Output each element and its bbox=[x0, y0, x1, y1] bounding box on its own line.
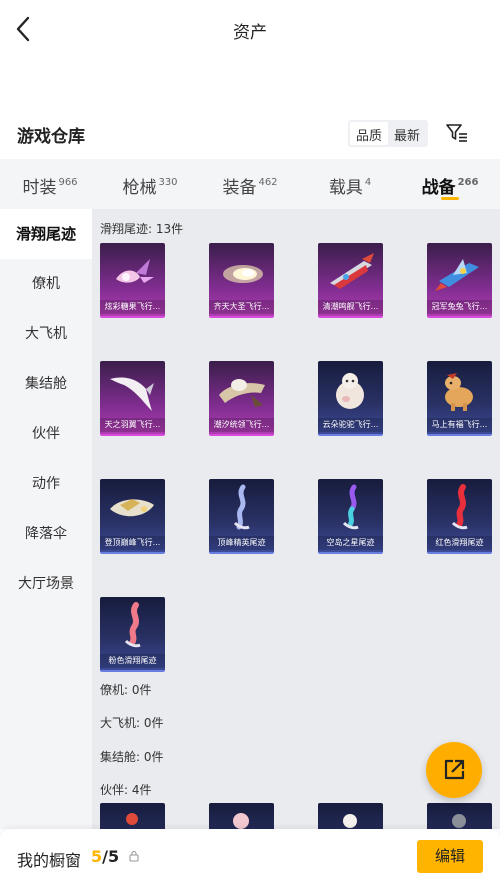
section-label-wingman: 僚机: 0件 bbox=[100, 683, 152, 697]
item-name: 粉色滑翔尾迹 bbox=[100, 654, 165, 668]
edit-button[interactable]: 编辑 bbox=[417, 840, 483, 873]
item-name: 天之羽翼飞行... bbox=[100, 418, 165, 432]
red-smoke-icon bbox=[433, 483, 486, 533]
sidebar-item-glide-trail[interactable]: 滑翔尾迹 bbox=[0, 209, 92, 259]
tab-equipment[interactable]: 装备 462 bbox=[200, 159, 300, 209]
showcase-max: 5 bbox=[107, 847, 120, 866]
item-card[interactable]: 红色滑翔尾迹 bbox=[427, 479, 492, 554]
item-card[interactable] bbox=[318, 803, 383, 829]
section-label-airplane: 大飞机: 0件 bbox=[100, 716, 164, 730]
sort-option-quality[interactable]: 品质 bbox=[350, 122, 389, 145]
partner-thumbnail-icon bbox=[215, 807, 268, 829]
item-name: 冠军兔兔飞行... bbox=[427, 300, 492, 314]
item-card[interactable]: 登顶巅峰飞行... bbox=[100, 479, 165, 554]
sidebar-item-emote[interactable]: 动作 bbox=[0, 459, 92, 509]
item-card[interactable]: 空岛之星尾迹 bbox=[318, 479, 383, 554]
tab-count: 4 bbox=[364, 177, 372, 188]
sidebar-item-lobby-scene[interactable]: 大厅场景 bbox=[0, 559, 92, 609]
item-name: 马上有福飞行... bbox=[427, 418, 492, 432]
tab-firearms[interactable]: 枪械 330 bbox=[100, 159, 200, 209]
item-card[interactable]: 马上有福飞行... bbox=[427, 361, 492, 436]
tab-count: 462 bbox=[258, 177, 278, 188]
pink-smoke-icon bbox=[106, 601, 159, 651]
item-card[interactable] bbox=[209, 803, 274, 829]
subcategory-sidebar: 滑翔尾迹 僚机 大飞机 集结舱 伙伴 动作 降落伞 大厅场景 bbox=[0, 209, 92, 829]
cloud-trail-icon bbox=[215, 247, 268, 297]
assets-page: 资产 游戏仓库 品质 最新 时装 966 枪械 330 装备 462 载具 4 战备 26… bbox=[0, 0, 500, 885]
sort-option-newest[interactable]: 最新 bbox=[388, 122, 426, 145]
partner-thumbnail-icon bbox=[433, 807, 486, 829]
tab-vehicles[interactable]: 载具 4 bbox=[300, 159, 400, 209]
showcase-label: 我的橱窗 bbox=[17, 851, 82, 870]
partner-thumbnail-icon bbox=[106, 807, 159, 829]
horse-trail-icon bbox=[433, 365, 486, 415]
item-name: 清潮鸣舰飞行... bbox=[318, 300, 383, 314]
top-nav: 资产 bbox=[0, 0, 500, 58]
section-label-assembly-pod: 集结舱: 0件 bbox=[100, 750, 164, 764]
sidebar-item-partner[interactable]: 伙伴 bbox=[0, 409, 92, 459]
tab-fashion[interactable]: 时装 966 bbox=[0, 159, 100, 209]
sidebar-item-assembly-pod[interactable]: 集结舱 bbox=[0, 359, 92, 409]
alpaca-cloud-icon bbox=[324, 365, 377, 415]
item-card[interactable] bbox=[100, 803, 165, 829]
showcase-count: 5/5 bbox=[91, 847, 119, 866]
item-card[interactable]: 炫彩糖果飞行... bbox=[100, 243, 165, 318]
warehouse-title: 游戏仓库 bbox=[17, 127, 85, 147]
item-name: 云朵驼驼飞行... bbox=[318, 418, 383, 432]
rainbow-smoke-icon bbox=[324, 483, 377, 533]
tab-label: 装备 bbox=[222, 178, 257, 198]
smoke-trail-icon bbox=[215, 483, 268, 533]
item-card[interactable]: 粉色滑翔尾迹 bbox=[100, 597, 165, 672]
sidebar-item-airplane[interactable]: 大飞机 bbox=[0, 309, 92, 359]
section-label-glide-trail: 滑翔尾迹: 13件 bbox=[100, 222, 184, 236]
candy-trail-icon bbox=[106, 247, 159, 297]
sidebar-item-parachute[interactable]: 降落伞 bbox=[0, 509, 92, 559]
tab-count: 266 bbox=[457, 177, 479, 188]
item-name: 空岛之星尾迹 bbox=[318, 536, 383, 550]
sort-segmented-control: 品质 最新 bbox=[348, 120, 429, 147]
tab-count: 966 bbox=[58, 177, 78, 188]
tab-count: 330 bbox=[158, 177, 178, 188]
item-name: 炫彩糖果飞行... bbox=[100, 300, 165, 314]
tab-label: 时装 bbox=[22, 178, 57, 198]
item-grid-panel: 滑翔尾迹: 13件 炫彩糖果飞行... 齐天大圣飞行... 清潮鸣舰飞行... … bbox=[92, 209, 500, 829]
item-card[interactable]: 清潮鸣舰飞行... bbox=[318, 243, 383, 318]
item-name: 潮汐统领飞行... bbox=[209, 418, 274, 432]
item-name: 齐天大圣飞行... bbox=[209, 300, 274, 314]
item-card[interactable] bbox=[427, 803, 492, 829]
wing-trail-icon bbox=[106, 365, 159, 415]
lock-icon bbox=[129, 850, 139, 862]
share-external-icon bbox=[444, 759, 465, 780]
tab-label: 战备 bbox=[421, 178, 456, 198]
page-title: 资产 bbox=[233, 23, 267, 43]
peak-jet-icon bbox=[106, 483, 159, 533]
item-card[interactable]: 潮汐统领飞行... bbox=[209, 361, 274, 436]
category-tabs: 时装 966 枪械 330 装备 462 载具 4 战备 266 bbox=[0, 159, 500, 209]
tab-label: 枪械 bbox=[122, 178, 157, 198]
filter-button[interactable] bbox=[444, 120, 470, 146]
tab-label: 载具 bbox=[328, 178, 363, 198]
share-button[interactable] bbox=[426, 742, 482, 798]
showcase-bar: 我的橱窗 5/5 编辑 bbox=[0, 829, 500, 885]
filter-list-icon bbox=[446, 124, 467, 142]
partner-thumbnail-icon bbox=[324, 807, 377, 829]
item-name: 红色滑翔尾迹 bbox=[427, 536, 492, 550]
section-label-partner: 伙伴: 4件 bbox=[100, 783, 152, 797]
item-card[interactable]: 顶峰精英尾迹 bbox=[209, 479, 274, 554]
rabbit-jet-icon bbox=[433, 247, 486, 297]
item-name: 顶峰精英尾迹 bbox=[209, 536, 274, 550]
ship-trail-icon bbox=[324, 247, 377, 297]
item-name: 登顶巅峰飞行... bbox=[100, 536, 165, 550]
active-tab-indicator bbox=[441, 197, 459, 200]
item-card[interactable]: 云朵驼驼飞行... bbox=[318, 361, 383, 436]
showcase-current: 5 bbox=[91, 847, 103, 866]
item-card[interactable]: 齐天大圣飞行... bbox=[209, 243, 274, 318]
tab-battle-prep[interactable]: 战备 266 bbox=[400, 159, 500, 209]
item-card[interactable]: 冠军兔兔飞行... bbox=[427, 243, 492, 318]
sidebar-item-wingman[interactable]: 僚机 bbox=[0, 259, 92, 309]
tide-trail-icon bbox=[215, 365, 268, 415]
item-card[interactable]: 天之羽翼飞行... bbox=[100, 361, 165, 436]
